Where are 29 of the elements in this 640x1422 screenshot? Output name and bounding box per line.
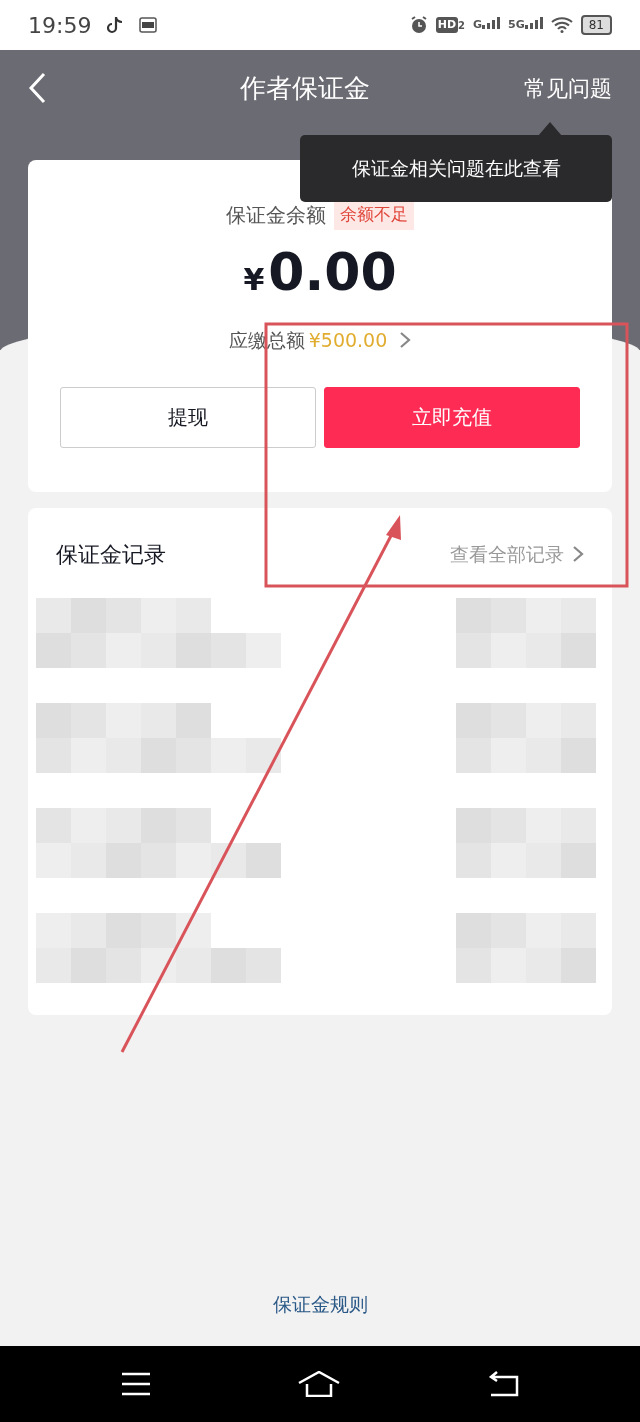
back-icon[interactable] [486, 1371, 519, 1397]
status-time: 19:59 [28, 11, 92, 40]
home-icon[interactable] [298, 1371, 340, 1397]
chevron-right-icon [572, 545, 584, 563]
wifi-icon [550, 17, 573, 33]
network-label: 5G [508, 16, 525, 33]
menu-icon[interactable] [121, 1372, 152, 1396]
music-note-icon [107, 16, 124, 34]
signal-icon [524, 16, 543, 29]
battery-indicator: 81 [580, 15, 612, 35]
tooltip: 保证金相关问题在此查看 [300, 135, 612, 202]
withdraw-button[interactable]: 提现 [60, 386, 316, 448]
tooltip-pointer [538, 122, 562, 136]
rules-link[interactable]: 保证金规则 [272, 1290, 368, 1319]
recharge-button[interactable]: 立即充值 [324, 386, 580, 448]
page-title: 作者保证金 [240, 71, 370, 105]
alarm-icon [409, 16, 428, 34]
insufficient-balance-tag: 余额不足 [334, 200, 414, 230]
records-title: 保证金记录 [56, 540, 166, 569]
signal-icon [482, 16, 501, 29]
news-app-icon [139, 17, 158, 33]
hd-subscript: 2 [458, 19, 465, 34]
balance-label: 保证金余额 [226, 202, 326, 229]
currency-symbol: ¥ [243, 261, 265, 299]
network-label: G [473, 16, 483, 33]
faq-link[interactable]: 常见问题 [524, 71, 612, 105]
chevron-right-icon [399, 331, 412, 350]
hd-label: HD [435, 16, 459, 34]
balance-amount: 0.00 [268, 246, 397, 298]
